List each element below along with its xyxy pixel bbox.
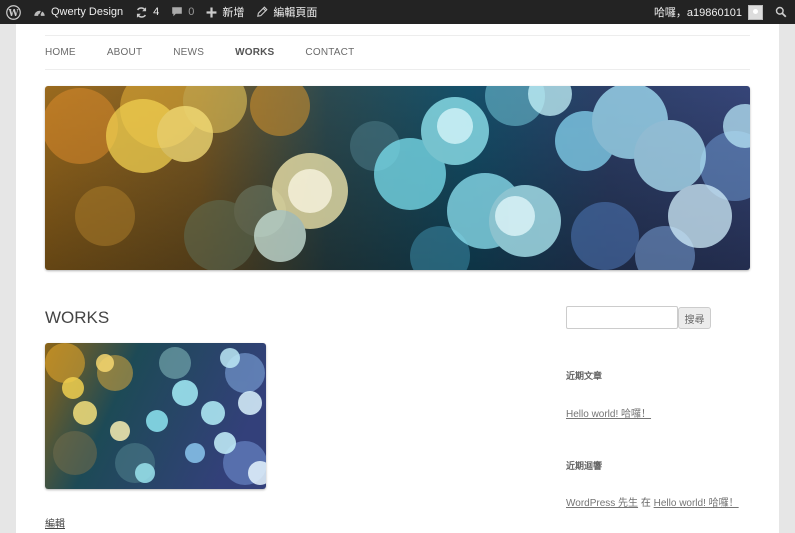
comment-post-link[interactable]: Hello world! 哈囉！ bbox=[654, 498, 739, 509]
dashboard-icon bbox=[34, 9, 45, 17]
edit-page-menu[interactable]: 編輯頁面 bbox=[250, 0, 323, 24]
nav-item-home[interactable]: HOME bbox=[45, 47, 76, 58]
site-name-menu[interactable]: Qwerty Design bbox=[27, 0, 129, 24]
pencil-icon bbox=[257, 6, 268, 17]
svg-text:W: W bbox=[7, 8, 19, 18]
site-name: Qwerty Design bbox=[51, 6, 124, 18]
recent-post-link[interactable]: Hello world! 哈囉！ bbox=[566, 409, 651, 420]
account-greeting: 哈囉，a19860101 bbox=[653, 7, 742, 19]
nav-item-about[interactable]: ABOUT bbox=[107, 47, 142, 58]
page-container: HOME ABOUT NEWS WORKS CONTACT WORKS 編輯 搜… bbox=[16, 24, 779, 533]
wordpress-icon: W bbox=[6, 4, 21, 20]
refresh-icon bbox=[137, 6, 147, 18]
search-icon bbox=[775, 6, 787, 18]
my-account-menu[interactable]: 哈囉，a19860101 bbox=[648, 0, 769, 24]
search-input[interactable] bbox=[566, 306, 678, 329]
comment-bubble-icon bbox=[172, 7, 183, 17]
new-content-menu[interactable]: 新增 bbox=[200, 0, 250, 24]
featured-image[interactable] bbox=[45, 343, 266, 489]
updates-count: 4 bbox=[153, 6, 160, 18]
edit-post-link[interactable]: 編輯 bbox=[45, 515, 65, 530]
nav-item-works[interactable]: WORKS bbox=[235, 47, 274, 58]
search-button[interactable]: 搜尋 bbox=[678, 307, 711, 329]
comment-author-link[interactable]: WordPress 先生 bbox=[566, 498, 638, 509]
comments-count: 0 bbox=[188, 6, 195, 18]
new-label: 新增 bbox=[222, 7, 245, 19]
page-title: WORKS bbox=[45, 308, 110, 327]
comments-menu[interactable]: 0 bbox=[165, 0, 200, 24]
plus-icon bbox=[206, 7, 217, 17]
recent-posts-title: 近期文章 bbox=[566, 371, 603, 381]
header-banner-image bbox=[45, 86, 750, 270]
bokeh-banner-graphic bbox=[45, 86, 750, 270]
admin-search-toggle[interactable] bbox=[769, 0, 795, 24]
updates-menu[interactable]: 4 bbox=[129, 0, 165, 24]
admin-bar: W Qwerty Design 4 0 新增 編輯頁面 哈囉，a19860101 bbox=[0, 0, 795, 24]
recent-comments-title: 近期迴響 bbox=[566, 461, 603, 471]
nav-item-news[interactable]: NEWS bbox=[173, 47, 204, 58]
wordpress-logo-menu[interactable]: W bbox=[0, 0, 27, 24]
main-navigation: HOME ABOUT NEWS WORKS CONTACT bbox=[45, 35, 750, 70]
avatar bbox=[748, 4, 763, 20]
recent-comment-item: WordPress 先生 在 Hello world! 哈囉！ bbox=[566, 494, 739, 509]
nav-item-contact[interactable]: CONTACT bbox=[305, 47, 354, 58]
comment-connector: 在 bbox=[640, 498, 651, 509]
bokeh-thumbnail-graphic bbox=[45, 343, 266, 489]
recent-posts-list: Hello world! 哈囉！ bbox=[566, 405, 651, 420]
edit-page-label: 編輯頁面 bbox=[273, 7, 318, 19]
